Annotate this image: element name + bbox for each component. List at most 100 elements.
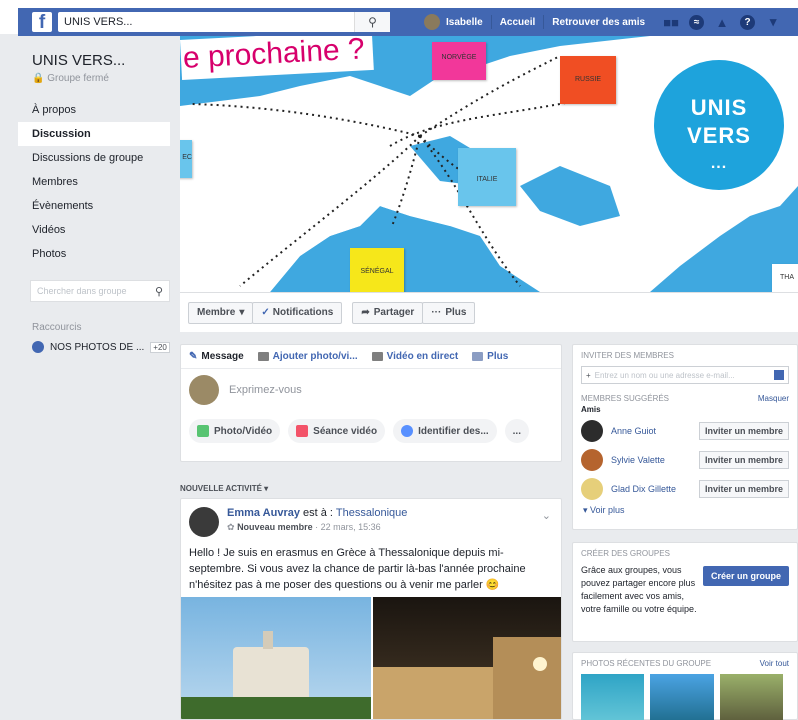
suggested-member-row: Glad Dix Gillette Inviter un membre (573, 477, 797, 501)
facebook-logo-icon[interactable]: f (32, 12, 52, 32)
composer-input-row[interactable]: Exprimez-vous (181, 369, 561, 411)
post-location-prefix: est à : (303, 507, 333, 519)
shortcut-count-badge: +20 (150, 341, 170, 353)
new-activity-header[interactable]: NOUVELLE ACTIVITÉ ▾ (180, 484, 268, 493)
avatar[interactable] (581, 420, 603, 442)
post-author-link[interactable]: Emma Auvray (227, 507, 300, 519)
sidebar-item-photos[interactable]: Photos (18, 242, 170, 266)
sticky-note: ITALIE (458, 148, 516, 206)
new-member-icon: ✿ (227, 522, 235, 532)
invite-member-button[interactable]: Inviter un membre (698, 480, 789, 498)
unicaen-logo: UNICAEN (186, 200, 284, 222)
nav-divider (543, 15, 545, 29)
tab-live-video[interactable]: Vidéo en direct (371, 351, 458, 362)
tab-more[interactable]: Plus (472, 351, 508, 362)
search-icon[interactable]: ⚲ (149, 285, 169, 298)
tag-people-button[interactable]: Identifier des... (393, 419, 497, 443)
post-timestamp[interactable]: 22 mars, 15:36 (321, 522, 381, 532)
photo-video-button[interactable]: Photo/Vidéo (189, 419, 281, 443)
post-photo-white-tower[interactable] (181, 597, 371, 719)
see-more-label: Voir plus (590, 505, 625, 515)
unis-vers-badge: UNIS VERS ... (654, 60, 784, 190)
post-location-link[interactable]: Thessalonique (336, 507, 408, 519)
post-header: Emma Auvray est à : Thessalonique ✿ Nouv… (181, 499, 561, 545)
user-avatar[interactable] (424, 14, 440, 30)
member-name-link[interactable]: Sylvie Valette (611, 455, 699, 465)
sidebar-item-group-chats[interactable]: Discussions de groupe (18, 146, 170, 170)
cover-headline-text: e prochaine ? (182, 36, 366, 75)
create-groups-card: CRÉER DES GROUPES Grâce aux groupes, vou… (572, 542, 798, 642)
invite-member-button[interactable]: Inviter un membre (698, 422, 789, 440)
member-name-link[interactable]: Glad Dix Gillette (611, 484, 699, 494)
sticky-note: THA (772, 264, 798, 292)
invite-member-button[interactable]: Inviter un membre (698, 451, 789, 469)
group-search-placeholder: Chercher dans groupe (37, 286, 127, 296)
post-options-chevron-down-icon[interactable]: ⌄ (542, 509, 551, 522)
sidebar-item-discussion[interactable]: Discussion (18, 122, 170, 146)
help-icon[interactable]: ? (740, 14, 756, 30)
shortcut-item[interactable]: NOS PHOTOS DE ... +20 (32, 341, 170, 353)
account-menu-chevron-down-icon[interactable]: ▾ (765, 14, 781, 30)
avatar[interactable] (581, 478, 603, 500)
sidebar-item-members[interactable]: Membres (18, 170, 170, 194)
chevron-down-icon: ▾ (239, 307, 245, 318)
tab-message[interactable]: ✎ Message (189, 351, 244, 362)
photo-thumbnail[interactable] (650, 674, 714, 720)
post-meta: ✿ Nouveau membre · 22 mars, 15:36 (227, 522, 407, 533)
chevron-down-icon: ▾ (583, 505, 591, 515)
messenger-icon[interactable]: ≈ (689, 14, 705, 30)
share-button[interactable]: ➦ Partager (352, 301, 424, 324)
photo-thumbnail[interactable] (719, 674, 783, 720)
sidebar-item-events[interactable]: Évènements (18, 194, 170, 218)
new-activity-label: NOUVELLE ACTIVITÉ (180, 484, 262, 493)
tab-message-label: Message (201, 351, 244, 362)
see-all-link[interactable]: Voir tout (760, 659, 789, 668)
sidebar-item-videos[interactable]: Vidéos (18, 218, 170, 242)
find-friends-link[interactable]: Retrouver des amis (552, 17, 645, 28)
cover-photo[interactable]: e prochaine ? NORVÈGE RUSSIE ITALIE SÉNÉ… (180, 36, 798, 292)
friend-requests-icon[interactable]: ■■ (663, 14, 679, 30)
group-search-input[interactable]: Chercher dans groupe ⚲ (30, 280, 170, 302)
post-photo-night-square[interactable] (373, 597, 561, 719)
invite-title: INVITER DES MEMBRES (581, 351, 674, 360)
search-input[interactable]: UNIS VERS... ⚲ (58, 12, 390, 32)
home-link[interactable]: Accueil (500, 17, 536, 28)
watch-party-button[interactable]: Séance vidéo (288, 419, 386, 443)
more-button[interactable]: ··· Plus (422, 301, 476, 324)
member-name-link[interactable]: Anne Guiot (611, 426, 699, 436)
left-sidebar: UNIS VERS... 🔒 Groupe fermé À propos Dis… (18, 36, 170, 353)
group-title[interactable]: UNIS VERS... (32, 52, 170, 69)
avatar[interactable] (189, 507, 219, 537)
shortcut-label: NOS PHOTOS DE ... (50, 341, 145, 353)
member-button[interactable]: Membre ▾ (188, 301, 254, 324)
avatar (189, 375, 219, 405)
tab-add-photo-video[interactable]: Ajouter photo/vi... (257, 351, 358, 362)
tag-people-label: Identifier des... (418, 425, 489, 437)
avatar[interactable] (581, 449, 603, 471)
invite-member-input[interactable]: + Entrez un nom ou une adresse e-mail... (581, 366, 789, 384)
create-group-button[interactable]: Créer un groupe (702, 566, 789, 586)
post-text: Hello ! Je suis en erasmus en Grèce à Th… (189, 547, 526, 591)
see-more-link[interactable]: ▾ Voir plus (573, 501, 797, 516)
photo-thumbnail[interactable] (581, 674, 645, 720)
notifications-bell-icon[interactable]: ▲ (714, 14, 730, 30)
pencil-icon: ✎ (189, 351, 198, 362)
hide-link[interactable]: Masquer (758, 394, 789, 403)
group-privacy: 🔒 Groupe fermé (32, 73, 170, 84)
search-icon[interactable]: ⚲ (354, 12, 390, 32)
group-action-bar: Membre ▾ ✓ Notifications ➦ Partager ··· … (180, 292, 798, 332)
sidebar-item-about[interactable]: À propos (18, 98, 170, 122)
create-groups-body: Grâce aux groupes, vous pouvez partager … (573, 564, 797, 616)
user-name-link[interactable]: Isabelle (446, 17, 483, 28)
more-options-button[interactable]: ... (504, 419, 529, 443)
contacts-icon[interactable] (774, 370, 784, 380)
post-title-line: Emma Auvray est à : Thessalonique (227, 507, 407, 519)
member-label: Membre (197, 307, 236, 318)
share-label: Partager (373, 307, 415, 318)
create-groups-title: CRÉER DES GROUPES (581, 549, 670, 558)
notifications-button[interactable]: ✓ Notifications (252, 301, 343, 324)
video-camera-icon (371, 352, 383, 361)
search-value: UNIS VERS... (64, 16, 133, 28)
share-arrow-icon: ➦ (361, 307, 370, 318)
nav-right: Isabelle Accueil Retrouver des amis ■■ ≈… (424, 14, 781, 30)
